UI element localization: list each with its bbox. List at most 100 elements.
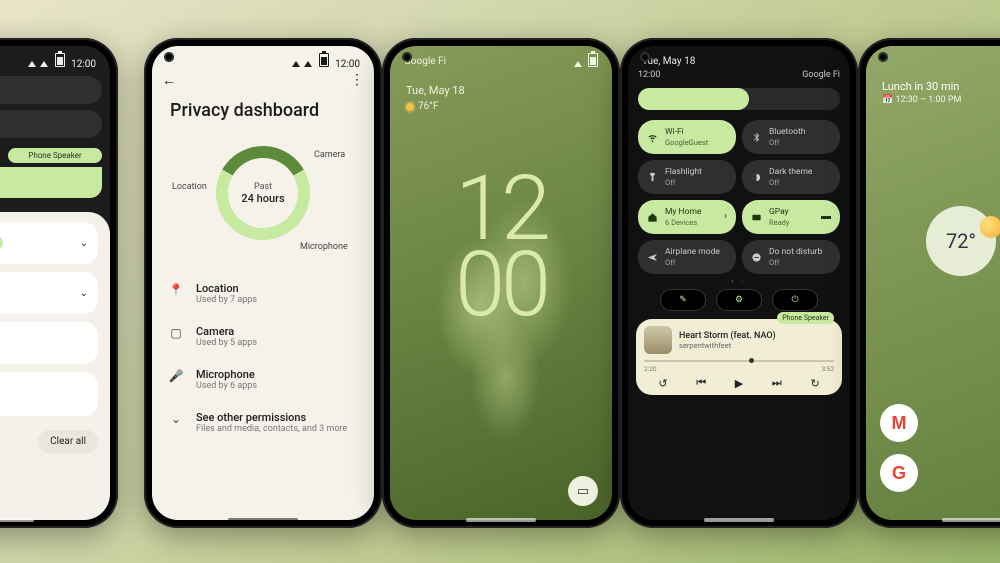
chart-label-location: Location [172,182,207,192]
back-button[interactable]: ← [162,72,176,89]
wifi-icon [304,61,312,67]
media-output-chip[interactable]: Phone Speaker [8,148,102,163]
page-indicator: • · [628,277,850,286]
weather-chip[interactable]: 76°F [406,101,439,112]
chart-label-camera: Camera [314,150,345,160]
chart-label-microphone: Microphone [300,242,348,252]
gear-icon: ⚙ [735,295,743,305]
seek-bar[interactable] [644,360,834,362]
perm-row-other[interactable]: ⌄See other permissionsFiles and media, c… [162,401,364,444]
qs-tile-bluetooth[interactable]: BluetoothOff [742,120,840,154]
qs-tile-dnd[interactable]: Do not disturbOff [742,240,840,274]
prev-icon[interactable]: ⏮ [696,376,706,390]
settings-button[interactable]: ⚙ [716,289,762,311]
play-icon[interactable]: ▶ [735,377,743,390]
front-camera [164,52,174,62]
chevron-down-icon: ⌄ [168,412,184,426]
gesture-bar[interactable] [0,518,34,522]
notification-shade: 2⌄ ⌄ n :0 Clear all [0,212,110,520]
status-time: 12:00 [71,59,96,70]
perm-row-camera[interactable]: ▢CameraUsed by 5 apps [162,315,364,358]
time-total: 3:52 [821,365,834,373]
battery-icon [319,53,329,67]
signal-icon [292,61,300,67]
gesture-bar[interactable] [466,518,536,522]
date-label: Tue, May 18 [406,84,465,97]
qs-carrier: Google Fi [802,70,840,80]
album-art [644,326,672,354]
track-artist: serpentwithfeet [679,341,776,350]
status-time: 12:00 [335,59,360,70]
airplane-icon [647,252,658,263]
signal-icon [28,61,36,67]
sun-icon [980,216,1000,238]
chevron-right-icon: › [724,211,727,224]
at-a-glance[interactable]: Lunch in 30 min 📅 12:30 – 1:00 PM [882,80,1000,105]
notification-card[interactable]: ⌄ [0,272,98,314]
card-icon: ▬ [821,211,831,224]
notification-card[interactable]: n :0 [0,322,98,364]
usage-ring-chart: Past24 hours [216,146,310,240]
gesture-bar[interactable] [942,518,1000,522]
app-google[interactable]: G [880,454,918,492]
wallet-icon: ▭ [577,484,589,499]
clear-all-button[interactable]: Clear all [38,430,98,453]
lock-clock: 12 00 [390,171,612,322]
flashlight-icon [647,172,658,183]
media-controls: ⏮ ▶ ⏭ [0,167,102,198]
qs-tile-bluetooth[interactable]: Bluetooth [0,76,102,104]
wifi-icon [40,61,48,67]
phone-4-quick-settings: Tue, May 18 12:00Google Fi Wi-FiGoogleGu… [620,38,858,528]
signal-icon [574,61,582,67]
brightness-slider[interactable] [638,88,840,110]
qs-tile-airplane[interactable]: Airplane modeOff [638,240,736,274]
next-icon[interactable]: ⏭ [772,376,782,390]
qs-tile-dark-theme[interactable]: Dark themeOff [742,160,840,194]
gpay-icon [751,212,762,223]
wifi-icon [647,132,658,143]
forward-icon[interactable]: ↻ [810,377,819,390]
time-elapsed: 2:20 [644,365,657,373]
perm-row-location[interactable]: 📍LocationUsed by 7 apps [162,272,364,315]
qs-tile-dark-theme[interactable]: Dark theme [0,110,102,138]
edit-tiles-button[interactable]: ✎ [660,289,706,311]
pencil-icon: ✎ [679,295,687,305]
power-icon: ⏻ [791,295,798,305]
qs-tile-wifi[interactable]: Wi-FiGoogleGuest [638,120,736,154]
badge-count: 2 [0,236,3,250]
event-title: Lunch in 30 min [882,80,1000,93]
media-player-card[interactable]: Phone Speaker Heart Storm (feat. NAO) se… [636,319,842,395]
chevron-down-icon: ⌄ [80,238,88,249]
perm-row-microphone[interactable]: 🎤MicrophoneUsed by 6 apps [162,358,364,401]
dnd-icon [751,252,762,263]
front-camera [640,52,650,62]
qs-tile-home[interactable]: My Home6 Devices› [638,200,736,234]
qs-tile-flashlight[interactable]: FlashlightOff [638,160,736,194]
auto-brightness-icon[interactable] [818,91,834,107]
dark-theme-icon [751,172,762,183]
qs-tile-gpay[interactable]: GPayReady▬ [742,200,840,234]
gesture-bar[interactable] [704,518,774,522]
gesture-bar[interactable] [228,518,298,522]
app-gmail[interactable]: M [880,404,918,442]
microphone-icon: 🎤 [168,369,184,383]
media-output-chip[interactable]: Phone Speaker [777,312,834,324]
notification-card[interactable]: 2⌄ [0,222,98,264]
front-camera [402,52,412,62]
notification-card[interactable] [0,372,98,416]
rewind-icon[interactable]: ↺ [658,377,667,390]
chevron-down-icon: ⌄ [80,288,88,299]
bluetooth-icon [751,132,762,143]
sun-icon [406,103,414,111]
power-button[interactable]: ⏻ [772,289,818,311]
track-title: Heart Storm (feat. NAO) [679,331,776,341]
wallet-button[interactable]: ▭ [568,476,598,506]
location-icon: 📍 [168,283,184,297]
weather-widget[interactable]: 72° [926,206,996,276]
phone-5-home: 12:00 Lunch in 30 min 📅 12:30 – 1:00 PM … [858,38,1000,528]
camera-icon: ▢ [168,326,184,340]
front-camera [878,52,888,62]
phone-2-privacy-dashboard: 12:00 ← ⋮ Privacy dashboard Past24 hours… [144,38,382,528]
overflow-menu-icon[interactable]: ⋮ [350,72,364,89]
battery-icon [588,53,598,67]
